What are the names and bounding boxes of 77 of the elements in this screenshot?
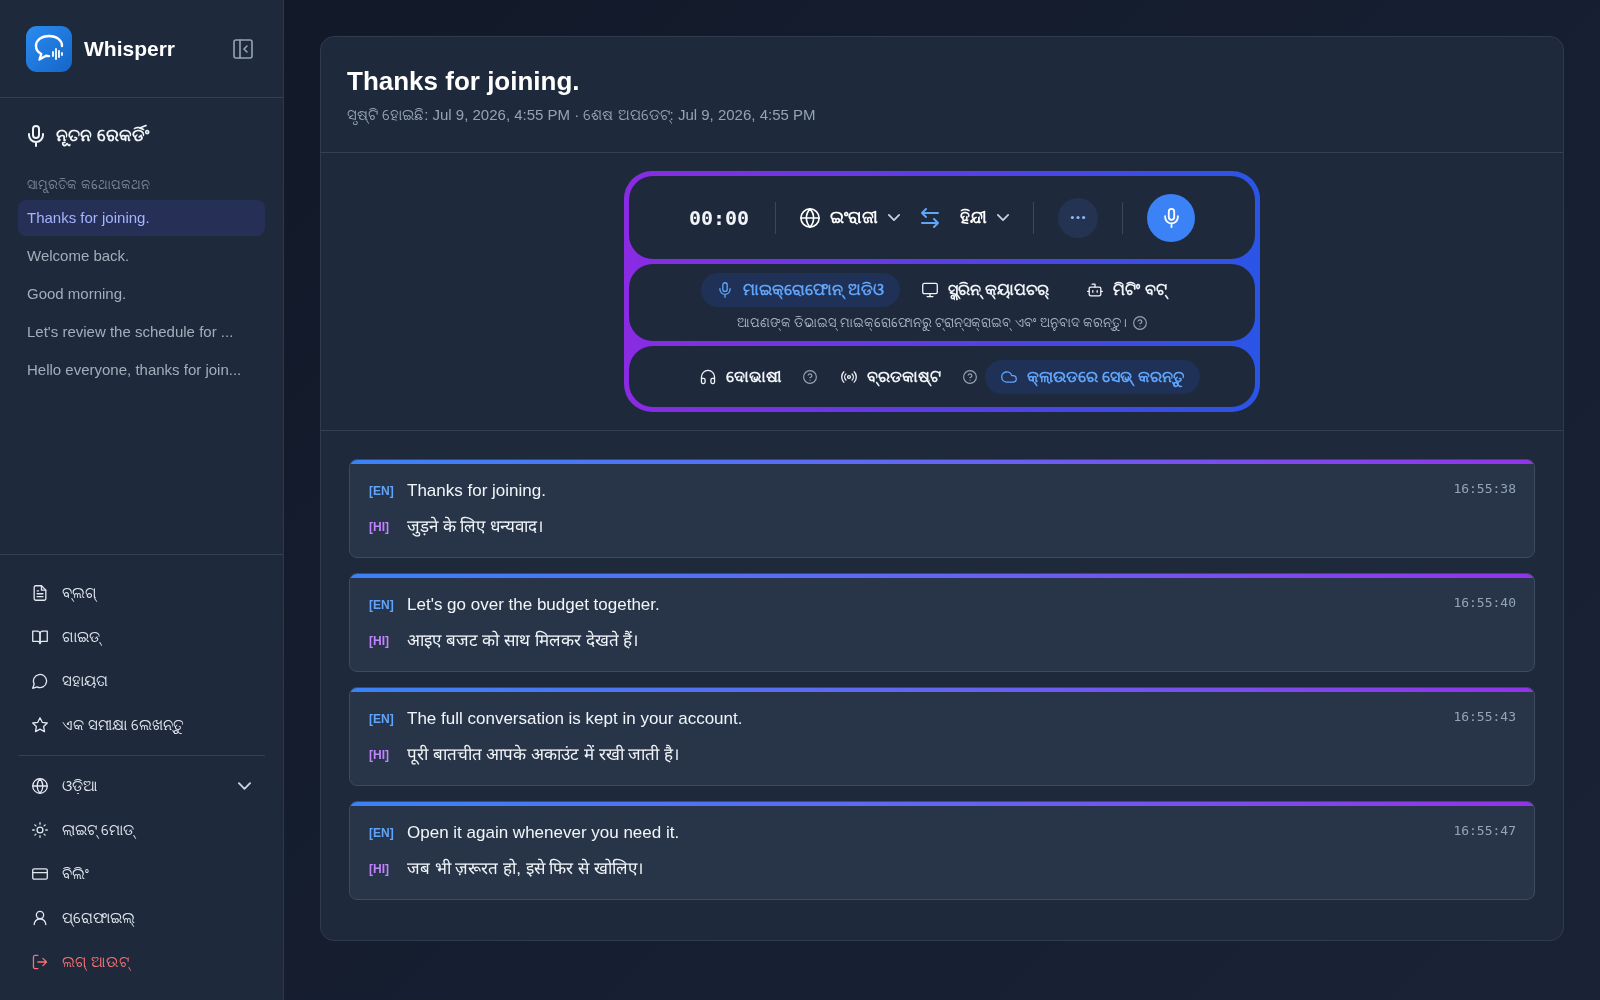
conversation-item[interactable]: Welcome back.: [18, 238, 265, 274]
source-language-select[interactable]: ଇଂରାଜୀ: [800, 206, 901, 229]
sidebar-menu-item[interactable]: ଏକ ସମୀକ୍ଷା ଲେଖନ୍ତୁ: [18, 703, 265, 747]
sidebar-toggle-icon[interactable]: [233, 38, 253, 59]
conversation-timestamps: ସୃଷ୍ଟି ହୋଇଛି: Jul 9, 2026, 4:55 PM · ଶେଷ ଅପଡେଟ୍: Jul 9, 2026, 4:55 PM: [347, 105, 817, 125]
book-icon: [32, 629, 48, 645]
language-tag: [EN]: [369, 597, 397, 613]
language-tag: [EN]: [369, 483, 397, 499]
sidebar-menu-item[interactable]: ଗାଇଡ୍: [18, 615, 265, 659]
transcript-text: Thanks for joining.: [407, 480, 546, 502]
sidebar-menu-item[interactable]: ପ୍ରୋଫାଇଲ୍: [18, 896, 265, 940]
translation-text: पूरी बातचीत आपके अकाउंट में रखी जाती है।: [407, 743, 680, 767]
sidebar-menu-item[interactable]: ବିଲିଂ: [18, 852, 265, 896]
section-heading: ସାମ୍ପ୍ରତିକ କଥୋପକଥନ: [27, 176, 151, 194]
user-icon: [32, 910, 48, 926]
microphone-icon: [28, 125, 44, 147]
transcript-text: The full conversation is kept in your account.: [407, 708, 743, 730]
translation-text: जुड़ने के लिए धन्यवाद।: [407, 515, 544, 539]
input-mode-hint: ଆପଣଙ୍କ ଡିଭାଇସ୍ ମାଇକ୍ରୋଫୋନରୁ ଟ୍ରାନ୍ସକ୍ରାଇବ୍ ଏବଂ ଅନୁବାଦ କରନ୍ତୁ।: [736, 314, 1128, 331]
timestamp: 16:55:43: [1453, 708, 1516, 726]
logout-icon: [32, 954, 48, 970]
headphones-icon: [700, 368, 717, 385]
input-mode-tab[interactable]: ମାଇକ୍ରୋଫୋନ୍ ଅଡିଓ: [701, 273, 900, 307]
swap-arrows-icon[interactable]: [920, 207, 941, 228]
globe-icon: [800, 207, 821, 228]
translation-text: जब भी ज़रूरत हो, इसे फिर से खोलिए।: [407, 857, 643, 880]
recording-timer: 00:00: [688, 205, 750, 230]
language-tag: [EN]: [369, 825, 397, 841]
option-toggle[interactable]: ବ୍ରଡକାଷ୍ଟ: [825, 359, 958, 394]
chevron-down-icon: [997, 214, 1010, 221]
globe-icon: [32, 778, 48, 794]
transcript-text: Open it again whenever you need it.: [407, 822, 680, 844]
language-tag: [HI]: [369, 747, 397, 763]
help-icon[interactable]: [803, 369, 818, 384]
help-icon[interactable]: [963, 369, 978, 384]
monitor-icon: [921, 282, 938, 298]
sidebar-menu-item[interactable]: ଲାଇଟ୍ ମୋଡ୍: [18, 808, 265, 852]
sidebar-menu-item[interactable]: ସହାୟତା: [18, 659, 265, 703]
language-dropdown[interactable]: ଓଡ଼ିଆ: [18, 764, 265, 808]
microphone-icon: [717, 282, 734, 298]
translation-text: आइए बजट को साथ मिलकर देखते हैं।: [407, 629, 639, 652]
conversation-item[interactable]: Thanks for joining.: [18, 200, 265, 236]
timestamp: 16:55:38: [1453, 480, 1516, 498]
logo-icon: [26, 25, 72, 72]
target-language-select[interactable]: ହିନ୍ଦୀ: [960, 206, 1010, 229]
sidebar-menu-item[interactable]: ବ୍ଲଗ୍: [18, 571, 265, 615]
conversation-item[interactable]: Good morning.: [18, 276, 265, 312]
help-icon[interactable]: [1133, 315, 1148, 330]
chevron-down-icon: [238, 782, 251, 790]
broadcast-icon: [841, 368, 858, 385]
timestamp: 16:55:47: [1453, 822, 1516, 840]
sun-icon: [32, 822, 48, 838]
microphone-icon: [1163, 207, 1179, 228]
new-recording-button[interactable]: ନୂତନ ରେକର୍ଡିଂ: [18, 116, 159, 156]
language-tag: [HI]: [369, 519, 397, 535]
conversation-item[interactable]: Hello everyone, thanks for join...: [18, 352, 265, 388]
language-tag: [HI]: [369, 861, 397, 877]
option-toggle[interactable]: କ୍ଲାଉଡରେ ସେଭ୍ କରନ୍ତୁ: [985, 359, 1200, 394]
language-tag: [EN]: [369, 711, 397, 727]
input-mode-tab[interactable]: ମିଟିଂ ବଟ୍: [1071, 273, 1183, 307]
conversation-title: Thanks for joining.: [347, 65, 581, 97]
option-toggle[interactable]: ଦୋଭାଷୀ: [684, 359, 798, 394]
star-icon: [32, 717, 48, 733]
credit-card-icon: [32, 866, 48, 882]
robot-icon: [1087, 282, 1104, 298]
document-icon: [32, 585, 48, 601]
chat-bubble-icon: [32, 673, 48, 689]
more-icon: [1070, 215, 1087, 220]
cloud-icon: [1001, 368, 1018, 385]
chevron-down-icon: [888, 214, 901, 221]
conversation-item[interactable]: Let's review the schedule for ...: [18, 314, 265, 350]
logout-link[interactable]: ଲଗ୍ ଆଉଟ୍: [18, 940, 265, 984]
brand-name: Whisperr: [84, 35, 175, 62]
language-tag: [HI]: [369, 633, 397, 649]
transcript-text: Let's go over the budget together.: [407, 594, 660, 616]
input-mode-tab[interactable]: ସ୍କ୍ରିନ୍ କ୍ୟାପଚର୍: [905, 273, 1066, 307]
timestamp: 16:55:40: [1453, 594, 1516, 612]
